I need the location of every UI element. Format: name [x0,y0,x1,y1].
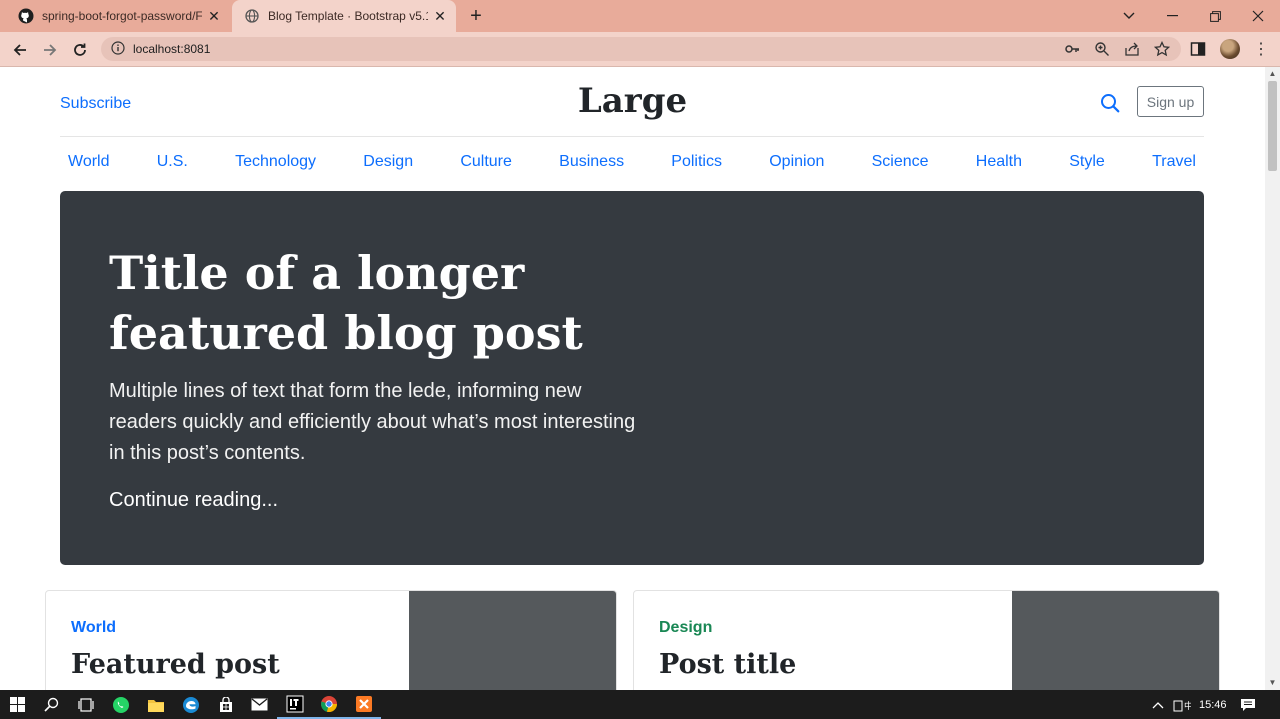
sign-up-button[interactable]: Sign up [1137,86,1204,117]
restore-icon[interactable] [1193,0,1237,32]
tab-blog-template[interactable]: Blog Template · Bootstrap v5.1 ✕ [232,0,456,32]
browser-tab-bar: spring-boot-forgot-password/Fo ✕ Blog Te… [0,0,1280,32]
tab-github[interactable]: spring-boot-forgot-password/Fo ✕ [8,0,230,32]
xampp-icon[interactable] [346,690,381,719]
scroll-down-arrow-icon[interactable]: ▼ [1265,678,1280,688]
minimize-icon[interactable] [1150,0,1194,32]
keyboard-layout-icon[interactable]: 中 [1173,690,1191,719]
scroll-up-arrow-icon[interactable]: ▲ [1265,69,1280,79]
nav-item-technology[interactable]: Technology [235,149,316,175]
nav-item-world[interactable]: World [68,149,110,175]
address-bar[interactable]: localhost:8081 [101,37,1181,61]
nav-item-science[interactable]: Science [872,149,929,175]
edge-icon[interactable] [173,690,208,719]
post-thumbnail [1012,591,1219,690]
post-category: World [71,619,117,636]
reload-icon[interactable] [68,38,92,62]
forward-icon[interactable] [38,38,62,62]
hero-title: Title of a longer featured blog post [109,246,583,360]
nav-item-style[interactable]: Style [1069,149,1105,175]
clock-time[interactable]: 15:46 [1199,690,1227,719]
nav-item-business[interactable]: Business [559,149,624,175]
globe-icon [244,8,260,24]
featured-hero: Title of a longer featured blog post Mul… [60,191,1204,565]
continue-reading-link[interactable]: Continue reading... [109,489,278,512]
chrome-icon[interactable] [311,690,346,719]
bookmark-star-icon[interactable] [1153,40,1171,57]
store-icon[interactable] [208,690,243,719]
post-card: World Featured post [45,590,617,690]
url-text: localhost:8081 [133,42,211,56]
post-card: Design Post title [633,590,1220,690]
scroll-thumb[interactable] [1268,81,1277,171]
intellij-icon[interactable] [277,690,312,719]
show-hidden-icons-icon[interactable] [1152,690,1164,719]
tab-title: Blog Template · Bootstrap v5.1 [268,9,428,23]
side-panel-icon[interactable] [1190,41,1208,59]
subscribe-link[interactable]: Subscribe [60,95,131,113]
zoom-icon[interactable] [1094,41,1110,57]
window-close-icon[interactable] [1236,0,1280,32]
category-nav: World U.S. Technology Design Culture Bus… [60,149,1204,175]
key-icon[interactable] [1064,41,1080,57]
tab-title: spring-boot-forgot-password/Fo [42,9,202,23]
post-thumbnail [409,591,616,690]
nav-item-us[interactable]: U.S. [157,149,188,175]
new-tab-icon[interactable]: + [466,6,486,26]
mail-icon[interactable] [242,690,277,719]
close-icon[interactable]: ✕ [432,8,448,24]
post-title: Post title [659,649,797,680]
hero-lede: Multiple lines of text that form the led… [109,380,636,464]
nav-item-design[interactable]: Design [363,149,413,175]
post-category: Design [659,619,713,636]
nav-item-politics[interactable]: Politics [671,149,722,175]
page-content: Subscribe Large Sign up World U.S. Techn… [0,67,1265,690]
github-icon [18,8,34,24]
header-divider [60,136,1204,137]
profile-avatar[interactable] [1220,39,1240,59]
windows-taskbar: 中 15:46 [0,690,1280,719]
nav-item-travel[interactable]: Travel [1152,149,1196,175]
back-icon[interactable] [8,38,32,62]
site-info-icon[interactable] [111,41,127,57]
tab-search-icon[interactable] [1107,0,1151,32]
share-icon[interactable] [1124,41,1140,57]
blog-brand-title[interactable]: Large [560,81,705,121]
file-explorer-icon[interactable] [138,690,173,719]
taskbar-search-icon[interactable] [34,690,69,719]
search-icon[interactable] [1100,93,1120,113]
close-icon[interactable]: ✕ [206,8,222,24]
svg-text:中: 中 [1184,700,1191,712]
browser-toolbar: localhost:8081 ⋮ [0,32,1280,67]
task-view-icon[interactable] [68,690,103,719]
more-menu-icon[interactable]: ⋮ [1253,40,1269,60]
nav-item-culture[interactable]: Culture [460,149,512,175]
page-scrollbar[interactable]: ▲ ▼ [1265,67,1280,690]
nav-item-health[interactable]: Health [976,149,1022,175]
nav-item-opinion[interactable]: Opinion [769,149,824,175]
whatsapp-icon[interactable] [103,690,138,719]
notifications-icon[interactable] [1240,690,1256,719]
start-icon[interactable] [0,690,35,719]
post-title: Featured post [71,649,280,680]
